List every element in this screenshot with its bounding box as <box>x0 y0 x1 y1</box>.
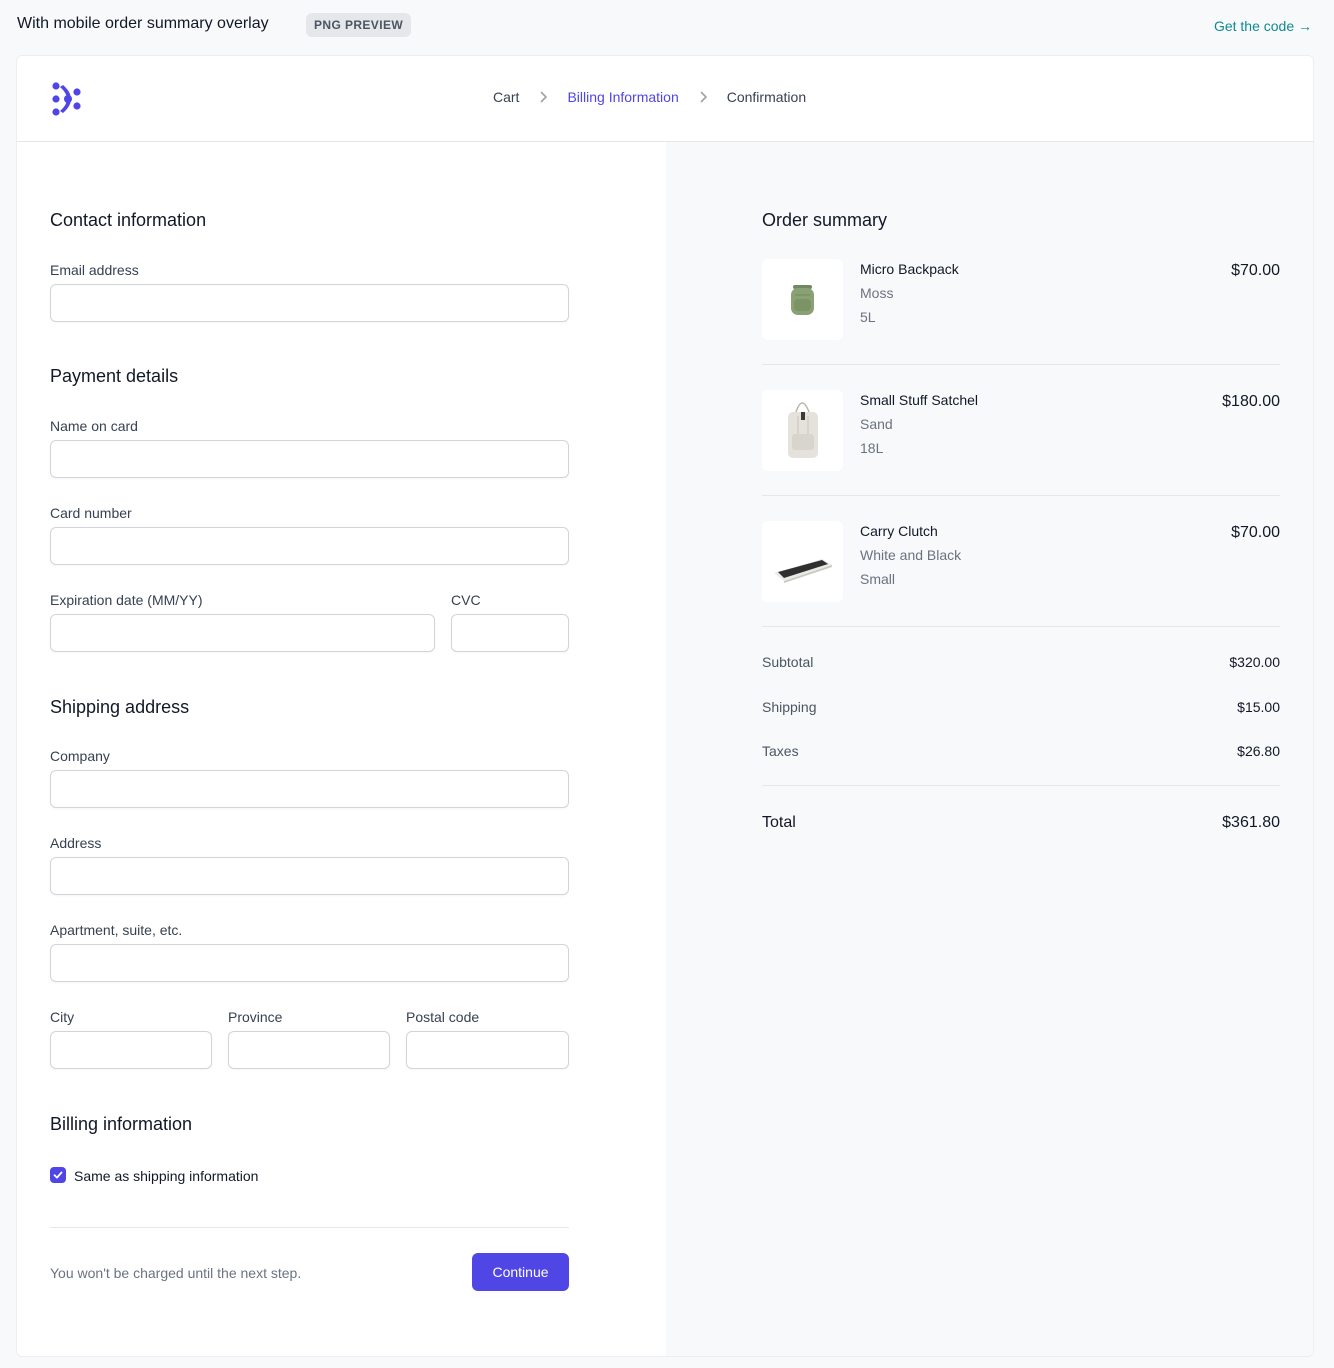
backpack-image <box>762 259 843 340</box>
email-input[interactable] <box>50 284 569 322</box>
same-as-shipping-checkbox[interactable] <box>50 1167 66 1183</box>
province-label: Province <box>228 1009 283 1025</box>
checkout-steps-breadcrumb: Cart Billing Information Confirmation <box>493 89 806 105</box>
order-summary-panel: Order summary Micro Backpack Moss 5L $70… <box>666 142 1313 1356</box>
step-confirmation[interactable]: Confirmation <box>727 89 806 105</box>
checkout-page: Cart Billing Information Confirmation Co… <box>16 55 1314 1357</box>
item-color: Moss <box>860 285 894 301</box>
item-price: $180.00 <box>1222 393 1280 410</box>
item-size: 18L <box>860 440 884 456</box>
cvc-label: CVC <box>451 592 481 608</box>
card-number-input[interactable] <box>50 527 569 565</box>
payment-details-title: Payment details <box>50 366 179 386</box>
get-the-code-link[interactable]: Get the code → <box>1214 18 1312 34</box>
item-divider <box>762 495 1280 496</box>
chevron-right-icon <box>539 91 548 103</box>
brand-logo-icon[interactable] <box>49 81 85 117</box>
item-size: Small <box>860 571 896 587</box>
postal-code-input[interactable] <box>406 1031 569 1069</box>
chevron-right-icon <box>699 91 707 103</box>
apartment-label: Apartment, suite, etc. <box>50 922 183 938</box>
name-on-card-label: Name on card <box>50 418 138 434</box>
taxes-value: $26.80 <box>1237 743 1280 759</box>
png-preview-badge: PNG PREVIEW <box>306 13 412 37</box>
city-label: City <box>50 1009 75 1025</box>
shipping-value: $15.00 <box>1237 699 1280 715</box>
total-label: Total <box>762 814 796 831</box>
contact-information-title: Contact information <box>50 210 207 230</box>
address-input[interactable] <box>50 857 569 895</box>
address-label: Address <box>50 835 102 851</box>
taxes-label: Taxes <box>762 743 799 759</box>
item-divider <box>762 364 1280 365</box>
continue-button[interactable]: Continue <box>472 1253 569 1291</box>
order-summary-title: Order summary <box>762 210 888 230</box>
checkout-form: Contact information Email address Paymen… <box>17 142 666 1356</box>
email-label: Email address <box>50 262 139 278</box>
same-as-shipping-label[interactable]: Same as shipping information <box>74 1168 258 1184</box>
province-input[interactable] <box>228 1031 390 1069</box>
company-label: Company <box>50 748 110 764</box>
preview-bar: With mobile order summary overlay PNG PR… <box>0 0 1334 54</box>
item-color: Sand <box>860 416 893 432</box>
city-input[interactable] <box>50 1031 212 1069</box>
billing-information-title: Billing information <box>50 1114 193 1134</box>
item-color: White and Black <box>860 547 962 563</box>
step-billing-information[interactable]: Billing Information <box>567 89 678 105</box>
checkmark-icon <box>53 1171 63 1179</box>
item-name: Micro Backpack <box>860 261 959 277</box>
order-item: Carry Clutch White and Black Small $70.0… <box>762 521 1280 602</box>
item-divider <box>762 626 1280 627</box>
item-name: Carry Clutch <box>860 523 938 539</box>
checkout-header: Cart Billing Information Confirmation <box>17 56 1313 142</box>
shipping-address-title: Shipping address <box>50 697 190 717</box>
apartment-input[interactable] <box>50 944 569 982</box>
item-price: $70.00 <box>1231 262 1280 279</box>
subtotal-label: Subtotal <box>762 654 814 670</box>
subtotal-value: $320.00 <box>1229 654 1280 670</box>
item-size: 5L <box>860 309 876 325</box>
expiration-date-label: Expiration date (MM/YY) <box>50 592 203 608</box>
item-price: $70.00 <box>1231 524 1280 541</box>
total-value: $361.80 <box>1222 814 1280 831</box>
postal-code-label: Postal code <box>406 1009 480 1025</box>
order-item: Micro Backpack Moss 5L $70.00 <box>762 259 1280 340</box>
name-on-card-input[interactable] <box>50 440 569 478</box>
order-item: Small Stuff Satchel Sand 18L $180.00 <box>762 390 1280 471</box>
card-number-label: Card number <box>50 505 132 521</box>
item-name: Small Stuff Satchel <box>860 392 979 408</box>
expiration-date-input[interactable] <box>50 614 435 652</box>
preview-title: With mobile order summary overlay <box>17 15 269 32</box>
step-cart[interactable]: Cart <box>493 89 519 105</box>
form-divider <box>50 1227 569 1228</box>
satchel-image <box>762 390 843 471</box>
total-divider <box>762 785 1280 786</box>
company-input[interactable] <box>50 770 569 808</box>
shipping-label: Shipping <box>762 699 817 715</box>
cvc-input[interactable] <box>451 614 569 652</box>
charge-note: You won't be charged until the next step… <box>50 1265 302 1281</box>
clutch-image <box>762 521 843 602</box>
